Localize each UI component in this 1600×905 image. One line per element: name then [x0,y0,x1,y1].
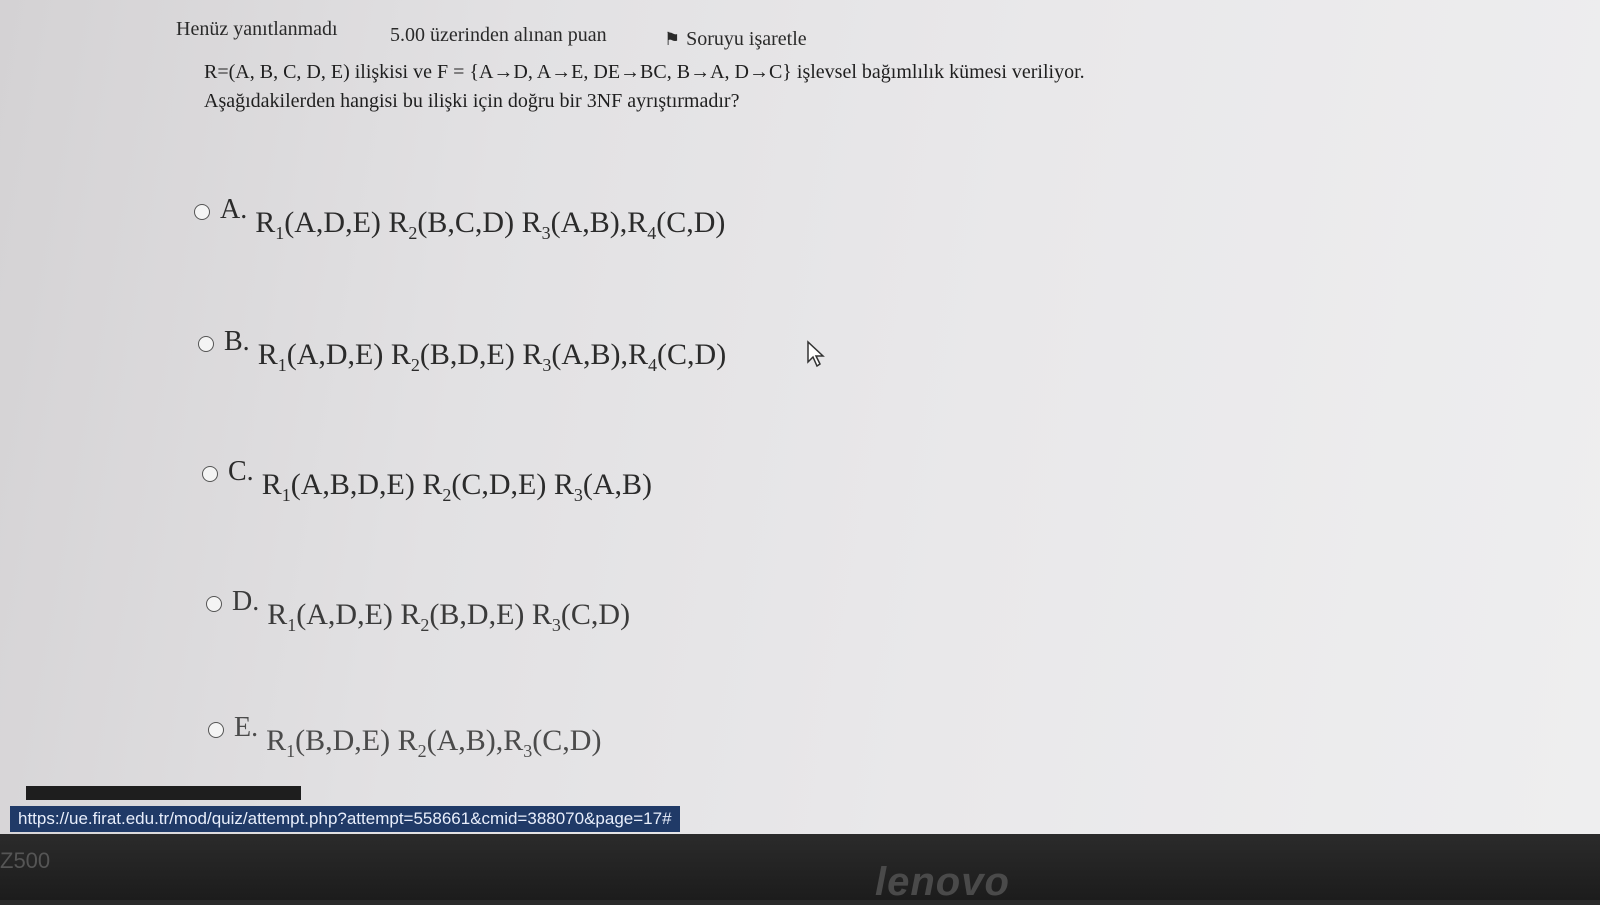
relation: R [422,468,443,501]
relation-subscript: 1 [287,615,297,635]
relation: R [257,338,278,371]
relation: R [397,724,418,757]
relation-attrs: (B,D,E) [419,338,523,371]
laptop-bezel: Z500 lenovo [0,834,1600,904]
option-d-radio[interactable] [206,596,222,612]
relation-attrs: (B,D,E) [295,724,398,757]
relation-attrs: (A,B,D,E) [290,468,423,501]
relation-subscript: 3 [542,355,552,375]
relation: R [522,338,543,371]
browser-status-url: https://ue.firat.edu.tr/mod/quiz/attempt… [10,806,680,832]
question-status: Henüz yanıtlanmadı [176,18,338,40]
relation-attrs: (A,D,E) [284,206,389,239]
relation-attrs: (B,D,E) [429,598,532,631]
option-c-letter: C. [228,456,254,487]
option-e-letter: E. [234,712,259,743]
relation-attrs: (B,C,D) [417,206,522,239]
screen: Henüz yanıtlanmadı 5.00 üzerinden alınan… [0,0,1600,834]
relation-attrs: (A,B) [582,468,653,501]
option-d-letter: D. [232,586,260,617]
option-a-letter: A. [220,194,248,225]
relation-subscript: 2 [417,741,427,761]
relation-subscript: 4 [647,223,657,243]
option-b-radio[interactable] [198,336,214,352]
relation: R [388,206,409,239]
relation-subscript: 3 [573,485,583,505]
relation-attrs: (A,D,E) [296,598,401,631]
option-d[interactable]: D. R1(A,D,E) R2(B,D,E) R3(C,D) [206,584,630,636]
relation-attrs: (A,B), [551,338,629,371]
relation: R [503,724,524,757]
bezel-model-label: Z500 [0,848,51,873]
option-c-formula: R1(A,B,D,E) R2(C,D,E) R3(A,B) [262,468,652,506]
question-grade: 5.00 üzerinden alınan puan [390,24,607,46]
option-b-letter: B. [224,326,250,357]
relation-subscript: 3 [541,223,551,243]
relation-attrs: (C,D) [656,206,726,239]
option-b[interactable]: B. R1(A,D,E) R2(B,D,E) R3(A,B),R4(C,D) [198,324,726,376]
relation: R [261,468,282,501]
relation: R [628,338,649,371]
option-d-formula: R1(A,D,E) R2(B,D,E) R3(C,D) [267,598,630,636]
option-a-radio[interactable] [194,204,210,220]
relation-subscript: 1 [277,355,287,375]
relation-subscript: 4 [648,355,658,375]
relation: R [627,206,648,239]
flag-icon: ⚑ [664,29,681,49]
relation-attrs: (C,D,E) [451,468,554,501]
relation: R [400,598,421,631]
relation-subscript: 1 [286,741,296,761]
relation: R [267,598,288,631]
question-text: R=(A, B, C, D, E) ilişkisi ve F = {A→D, … [204,61,1085,112]
relation-attrs: (A,D,E) [286,338,391,371]
flag-question-label: Soruyu işaretle [686,28,807,50]
bezel-brand-logo: lenovo [875,860,1010,904]
flag-question-link[interactable]: ⚑ Soruyu işaretle [664,28,807,51]
relation-attrs: (A,B), [426,724,504,757]
relation-subscript: 1 [275,223,285,243]
option-c[interactable]: C. R1(A,B,D,E) R2(C,D,E) R3(A,B) [202,454,652,506]
option-e[interactable]: E. R1(B,D,E) R2(A,B),R3(C,D) [208,710,601,762]
relation: R [531,598,552,631]
option-e-radio[interactable] [208,722,224,738]
relation: R [390,338,411,371]
relation-attrs: (C,D) [657,338,727,371]
option-a-formula: R1(A,D,E) R2(B,C,D) R3(A,B),R4(C,D) [255,206,725,244]
option-e-formula: R1(B,D,E) R2(A,B),R3(C,D) [266,724,601,762]
option-c-radio[interactable] [202,466,218,482]
relation-subscript: 1 [281,485,291,505]
relation: R [255,206,276,239]
relation: R [521,206,542,239]
relation-attrs: (C,D) [560,598,631,631]
option-b-formula: R1(A,D,E) R2(B,D,E) R3(A,B),R4(C,D) [258,338,727,376]
quiz-timer-strip [26,786,301,800]
relation-attrs: (C,D) [532,724,602,757]
relation-subscript: 3 [523,741,533,761]
relation-attrs: (A,B), [550,206,628,239]
relation: R [266,724,287,757]
mouse-cursor-icon [807,340,825,368]
option-a[interactable]: A. R1(A,D,E) R2(B,C,D) R3(A,B),R4(C,D) [194,192,725,244]
relation-subscript: 3 [551,615,561,635]
relation-subscript: 2 [410,355,420,375]
relation: R [553,468,574,501]
